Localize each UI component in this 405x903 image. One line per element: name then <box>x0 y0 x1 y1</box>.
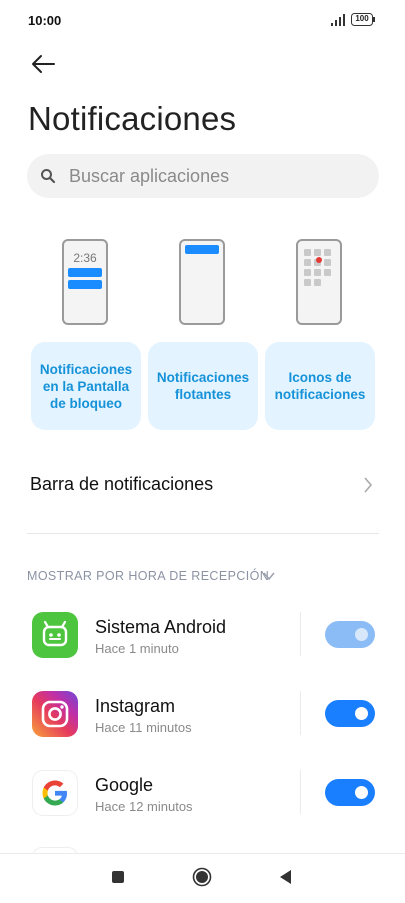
google-icon <box>32 770 78 816</box>
lockscreen-time: 2:36 <box>73 251 97 265</box>
lockscreen-phone-illustration: 2:36 <box>62 239 108 325</box>
card-label: Iconos de notificaciones <box>274 370 366 402</box>
notification-bar-shape <box>68 280 102 289</box>
notification-bar-label: Barra de notificaciones <box>30 474 214 494</box>
icons-phone-illustration <box>296 239 342 325</box>
floating-notification-shape <box>185 245 219 254</box>
recents-button[interactable] <box>112 871 124 883</box>
card-label: Notificaciones en la Pantalla de bloqueo <box>39 361 133 411</box>
divider <box>300 691 301 735</box>
battery-level: 100 <box>355 14 369 23</box>
app-name: Instagram <box>95 696 176 716</box>
chevron-right-icon <box>364 477 373 493</box>
divider <box>27 533 379 534</box>
floating-phone-illustration <box>179 239 225 325</box>
lockscreen-notifications-card[interactable]: Notificaciones en la Pantalla de bloqueo <box>31 342 141 430</box>
google-toggle[interactable] <box>325 779 375 806</box>
divider <box>300 770 301 814</box>
notification-icons-card[interactable]: Iconos de notificaciones <box>265 342 375 430</box>
android-icon <box>32 612 78 658</box>
sistema-android-toggle[interactable] <box>325 621 375 648</box>
signal-icon <box>331 14 345 26</box>
card-label: Notificaciones flotantes <box>156 370 250 402</box>
app-name: Sistema Android <box>95 617 227 637</box>
app-time: Hace 12 minutos <box>95 799 193 814</box>
divider <box>300 612 301 656</box>
notification-dot-icon <box>316 257 322 263</box>
floating-notifications-card[interactable]: Notificaciones flotantes <box>148 342 258 430</box>
home-button[interactable] <box>192 867 212 887</box>
app-name: Google <box>95 775 154 795</box>
notification-bar-shape <box>68 268 102 277</box>
sort-dropdown[interactable]: MOSTRAR POR HORA DE RECEPCIÓN <box>27 569 269 583</box>
app-time: Hace 1 minuto <box>95 641 179 656</box>
chevron-down-icon[interactable] <box>262 570 276 582</box>
battery-icon: 100 <box>351 13 375 26</box>
back-arrow-icon[interactable] <box>30 52 56 76</box>
page-title: Notificaciones <box>28 100 237 137</box>
status-time: 10:00 <box>28 13 62 28</box>
app-time: Hace 11 minutos <box>95 720 192 735</box>
instagram-icon <box>32 691 78 737</box>
instagram-toggle[interactable] <box>325 700 375 727</box>
search-placeholder: Buscar aplicaciones <box>69 166 230 186</box>
nav-back-button[interactable] <box>278 869 292 885</box>
search-icon <box>41 169 56 184</box>
